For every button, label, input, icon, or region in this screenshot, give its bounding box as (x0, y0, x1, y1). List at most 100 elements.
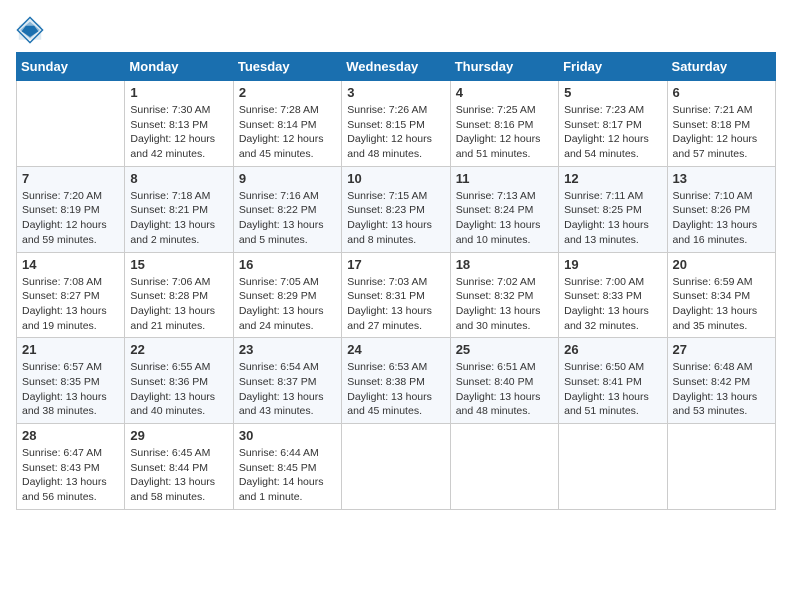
day-info: Sunrise: 7:30 AM Sunset: 8:13 PM Dayligh… (130, 103, 227, 162)
day-number: 8 (130, 171, 227, 186)
day-number: 25 (456, 342, 553, 357)
calendar-cell: 9 Sunrise: 7:16 AM Sunset: 8:22 PM Daylig… (233, 166, 341, 252)
page-header (16, 16, 776, 44)
calendar-cell: 24 Sunrise: 6:53 AM Sunset: 8:38 PM Dayli… (342, 338, 450, 424)
calendar-cell: 5 Sunrise: 7:23 AM Sunset: 8:17 PM Daylig… (559, 81, 667, 167)
day-info: Sunrise: 7:28 AM Sunset: 8:14 PM Dayligh… (239, 103, 336, 162)
day-info: Sunrise: 7:25 AM Sunset: 8:16 PM Dayligh… (456, 103, 553, 162)
day-number: 15 (130, 257, 227, 272)
calendar-cell: 21Sunrise: 6:57 AM Sunset: 8:35 PM Dayli… (17, 338, 125, 424)
day-info: Sunrise: 7:16 AM Sunset: 8:22 PM Dayligh… (239, 189, 336, 248)
day-number: 26 (564, 342, 661, 357)
day-info: Sunrise: 7:08 AM Sunset: 8:27 PM Dayligh… (22, 275, 119, 334)
calendar-cell: 13Sunrise: 7:10 AM Sunset: 8:26 PM Dayli… (667, 166, 775, 252)
day-info: Sunrise: 7:26 AM Sunset: 8:15 PM Dayligh… (347, 103, 444, 162)
day-number: 3 (347, 85, 444, 100)
calendar-cell: 10 Sunrise: 7:15 AM Sunset: 8:23 PM Dayli… (342, 166, 450, 252)
day-number: 9 (239, 171, 336, 186)
calendar-cell: 29 Sunrise: 6:45 AM Sunset: 8:44 PM Dayli… (125, 424, 233, 510)
day-info: Sunrise: 7:02 AM Sunset: 8:32 PM Dayligh… (456, 275, 553, 334)
calendar-cell: 28Sunrise: 6:47 AM Sunset: 8:43 PM Dayli… (17, 424, 125, 510)
day-info: Sunrise: 6:50 AM Sunset: 8:41 PM Dayligh… (564, 360, 661, 419)
day-info: Sunrise: 7:05 AM Sunset: 8:29 PM Dayligh… (239, 275, 336, 334)
calendar-cell: 8 Sunrise: 7:18 AM Sunset: 8:21 PM Daylig… (125, 166, 233, 252)
day-number: 19 (564, 257, 661, 272)
day-number: 17 (347, 257, 444, 272)
calendar-week-row: 21Sunrise: 6:57 AM Sunset: 8:35 PM Dayli… (17, 338, 776, 424)
day-number: 11 (456, 171, 553, 186)
calendar-cell: 20Sunrise: 6:59 AM Sunset: 8:34 PM Dayli… (667, 252, 775, 338)
calendar-cell: 25 Sunrise: 6:51 AM Sunset: 8:40 PM Dayli… (450, 338, 558, 424)
calendar-cell: 2 Sunrise: 7:28 AM Sunset: 8:14 PM Daylig… (233, 81, 341, 167)
day-info: Sunrise: 6:51 AM Sunset: 8:40 PM Dayligh… (456, 360, 553, 419)
day-number: 1 (130, 85, 227, 100)
day-info: Sunrise: 7:15 AM Sunset: 8:23 PM Dayligh… (347, 189, 444, 248)
day-header-thursday: Thursday (450, 53, 558, 81)
calendar-cell (342, 424, 450, 510)
calendar-cell: 14Sunrise: 7:08 AM Sunset: 8:27 PM Dayli… (17, 252, 125, 338)
calendar-week-row: 14Sunrise: 7:08 AM Sunset: 8:27 PM Dayli… (17, 252, 776, 338)
day-header-tuesday: Tuesday (233, 53, 341, 81)
day-info: Sunrise: 7:06 AM Sunset: 8:28 PM Dayligh… (130, 275, 227, 334)
day-header-sunday: Sunday (17, 53, 125, 81)
day-info: Sunrise: 7:21 AM Sunset: 8:18 PM Dayligh… (673, 103, 770, 162)
day-number: 10 (347, 171, 444, 186)
day-info: Sunrise: 6:44 AM Sunset: 8:45 PM Dayligh… (239, 446, 336, 505)
day-header-friday: Friday (559, 53, 667, 81)
calendar-cell (559, 424, 667, 510)
day-number: 16 (239, 257, 336, 272)
day-header-saturday: Saturday (667, 53, 775, 81)
day-info: Sunrise: 7:23 AM Sunset: 8:17 PM Dayligh… (564, 103, 661, 162)
day-number: 13 (673, 171, 770, 186)
calendar-cell: 26 Sunrise: 6:50 AM Sunset: 8:41 PM Dayli… (559, 338, 667, 424)
calendar-cell: 16 Sunrise: 7:05 AM Sunset: 8:29 PM Dayli… (233, 252, 341, 338)
calendar-cell: 27 Sunrise: 6:48 AM Sunset: 8:42 PM Dayli… (667, 338, 775, 424)
day-number: 24 (347, 342, 444, 357)
day-number: 6 (673, 85, 770, 100)
calendar-cell: 12 Sunrise: 7:11 AM Sunset: 8:25 PM Dayli… (559, 166, 667, 252)
day-number: 12 (564, 171, 661, 186)
day-number: 29 (130, 428, 227, 443)
calendar-cell: 1 Sunrise: 7:30 AM Sunset: 8:13 PM Daylig… (125, 81, 233, 167)
day-info: Sunrise: 6:47 AM Sunset: 8:43 PM Dayligh… (22, 446, 119, 505)
days-header-row: SundayMondayTuesdayWednesdayThursdayFrid… (17, 53, 776, 81)
calendar-cell: 4 Sunrise: 7:25 AM Sunset: 8:16 PM Daylig… (450, 81, 558, 167)
day-number: 27 (673, 342, 770, 357)
day-info: Sunrise: 6:59 AM Sunset: 8:34 PM Dayligh… (673, 275, 770, 334)
logo (16, 16, 48, 44)
day-info: Sunrise: 6:48 AM Sunset: 8:42 PM Dayligh… (673, 360, 770, 419)
calendar-week-row: 28Sunrise: 6:47 AM Sunset: 8:43 PM Dayli… (17, 424, 776, 510)
day-info: Sunrise: 7:18 AM Sunset: 8:21 PM Dayligh… (130, 189, 227, 248)
day-number: 23 (239, 342, 336, 357)
day-number: 4 (456, 85, 553, 100)
calendar-cell: 11 Sunrise: 7:13 AM Sunset: 8:24 PM Dayli… (450, 166, 558, 252)
day-info: Sunrise: 7:20 AM Sunset: 8:19 PM Dayligh… (22, 189, 119, 248)
calendar-table: SundayMondayTuesdayWednesdayThursdayFrid… (16, 52, 776, 510)
day-number: 5 (564, 85, 661, 100)
calendar-cell: 7 Sunrise: 7:20 AM Sunset: 8:19 PM Daylig… (17, 166, 125, 252)
calendar-cell (667, 424, 775, 510)
day-number: 2 (239, 85, 336, 100)
day-info: Sunrise: 6:54 AM Sunset: 8:37 PM Dayligh… (239, 360, 336, 419)
calendar-week-row: 1 Sunrise: 7:30 AM Sunset: 8:13 PM Daylig… (17, 81, 776, 167)
day-number: 7 (22, 171, 119, 186)
calendar-cell (450, 424, 558, 510)
day-header-monday: Monday (125, 53, 233, 81)
calendar-cell: 19 Sunrise: 7:00 AM Sunset: 8:33 PM Dayli… (559, 252, 667, 338)
day-info: Sunrise: 7:00 AM Sunset: 8:33 PM Dayligh… (564, 275, 661, 334)
calendar-cell: 22Sunrise: 6:55 AM Sunset: 8:36 PM Dayli… (125, 338, 233, 424)
day-info: Sunrise: 7:13 AM Sunset: 8:24 PM Dayligh… (456, 189, 553, 248)
calendar-cell: 3 Sunrise: 7:26 AM Sunset: 8:15 PM Daylig… (342, 81, 450, 167)
day-info: Sunrise: 6:53 AM Sunset: 8:38 PM Dayligh… (347, 360, 444, 419)
logo-icon (16, 16, 44, 44)
calendar-cell: 30 Sunrise: 6:44 AM Sunset: 8:45 PM Dayli… (233, 424, 341, 510)
calendar-cell: 18Sunrise: 7:02 AM Sunset: 8:32 PM Dayli… (450, 252, 558, 338)
day-info: Sunrise: 7:11 AM Sunset: 8:25 PM Dayligh… (564, 189, 661, 248)
day-number: 21 (22, 342, 119, 357)
day-number: 30 (239, 428, 336, 443)
day-number: 22 (130, 342, 227, 357)
day-info: Sunrise: 6:45 AM Sunset: 8:44 PM Dayligh… (130, 446, 227, 505)
calendar-cell: 15 Sunrise: 7:06 AM Sunset: 8:28 PM Dayli… (125, 252, 233, 338)
calendar-cell: 17Sunrise: 7:03 AM Sunset: 8:31 PM Dayli… (342, 252, 450, 338)
calendar-cell: 23 Sunrise: 6:54 AM Sunset: 8:37 PM Dayli… (233, 338, 341, 424)
